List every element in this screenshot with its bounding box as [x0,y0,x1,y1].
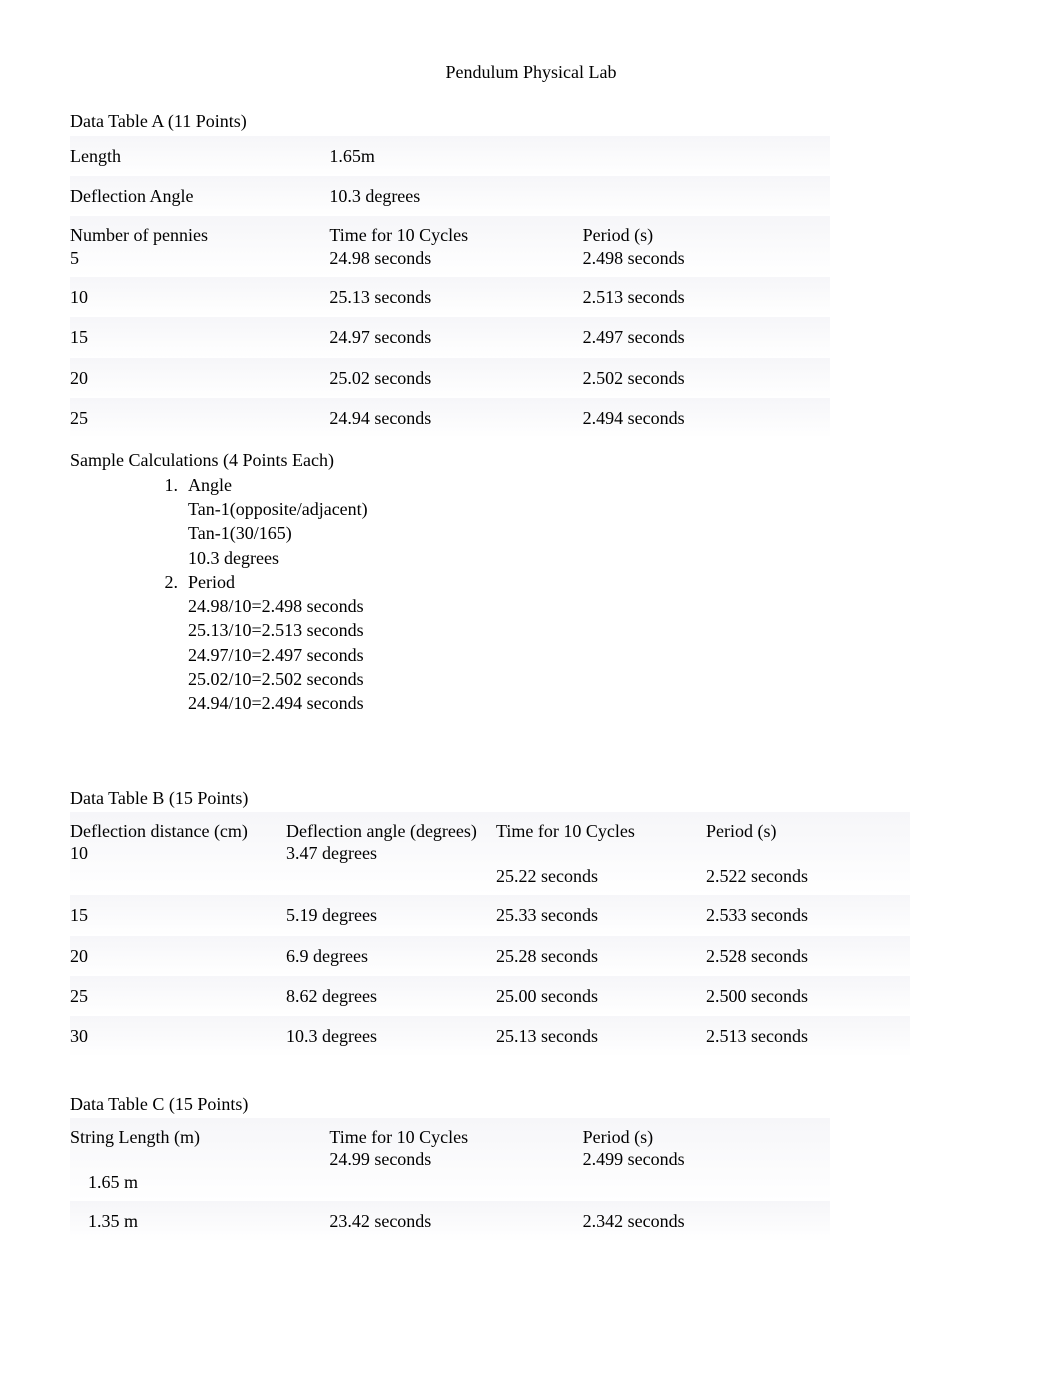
table-row: Number of pennies 5 Time for 10 Cycles 2… [70,216,830,277]
cell-value: 20 [70,358,323,398]
cell-value: 2.499 seconds [583,1148,824,1171]
cell-value: 1.35 m [70,1201,323,1241]
deflection-angle-value: 10.3 degrees [323,176,576,216]
period-header: Period (s) [583,224,824,247]
table-row: Length 1.65m [70,136,830,176]
calc-title: Angle [188,473,992,497]
cell-value: 10 [70,842,274,865]
cell-value: 25 [70,976,280,1016]
length-header: String Length (m) [70,1126,317,1149]
length-label: Length [70,136,323,176]
cell-value: 2.513 seconds [700,1016,910,1056]
deflection-angle-label: Deflection Angle [70,176,323,216]
period-header: Period (s) [583,1126,824,1149]
calc-title: Period [188,570,992,594]
cell-value: 25.00 seconds [490,976,700,1016]
calc-line: 10.3 degrees [188,546,992,570]
cell-value: 10.3 degrees [280,1016,490,1056]
table-row: Deflection distance (cm) 10 Deflection a… [70,812,910,896]
cell-value: 25.13 seconds [490,1016,700,1056]
table-row: 15 5.19 degrees 25.33 seconds 2.533 seco… [70,895,910,935]
cell-value: 25 [70,398,323,438]
calc-line: 25.02/10=2.502 seconds [188,667,992,691]
data-table-b: Deflection distance (cm) 10 Deflection a… [70,812,910,1057]
table-c-label: Data Table C (15 Points) [70,1092,992,1116]
cell-value: 25.02 seconds [323,358,576,398]
calc-line: 24.94/10=2.494 seconds [188,691,992,715]
cell-value: 2.494 seconds [577,398,830,438]
cell-value: 15 [70,317,323,357]
cell-value: 25.28 seconds [490,936,700,976]
table-a-label: Data Table A (11 Points) [70,109,992,133]
time-header: Time for 10 Cycles [329,1126,570,1149]
cell-value: 25.22 seconds [496,865,694,888]
time-header: Time for 10 Cycles [496,820,694,843]
table-row: 1.35 m 23.42 seconds 2.342 seconds [70,1201,830,1241]
cell-value: 25.33 seconds [490,895,700,935]
cell-value: 2.522 seconds [706,865,904,888]
table-row: 15 24.97 seconds 2.497 seconds [70,317,830,357]
cell-value: 30 [70,1016,280,1056]
cell-value: 23.42 seconds [323,1201,576,1241]
table-row: 30 10.3 degrees 25.13 seconds 2.513 seco… [70,1016,910,1056]
cell-value: 2.513 seconds [577,277,830,317]
angle-header: Deflection angle (degrees) [286,820,484,843]
table-row: 25 8.62 degrees 25.00 seconds 2.500 seco… [70,976,910,1016]
cell-value: 2.498 seconds [583,247,824,270]
list-number: 1. [160,473,188,570]
cell-value: 20 [70,936,280,976]
cell-value: 5 [70,247,317,270]
time-header: Time for 10 Cycles [329,224,570,247]
cell-value: 24.99 seconds [329,1148,570,1171]
cell-value: 24.94 seconds [323,398,576,438]
calc-line: Tan-1(30/165) [188,521,992,545]
table-row: String Length (m) 1.65 m Time for 10 Cyc… [70,1118,830,1202]
calc-line: 25.13/10=2.513 seconds [188,618,992,642]
calc-line: 24.97/10=2.497 seconds [188,643,992,667]
cell-value: 8.62 degrees [280,976,490,1016]
cell-value: 24.97 seconds [323,317,576,357]
calc-line: 24.98/10=2.498 seconds [188,594,992,618]
list-number: 2. [160,570,188,716]
sample-calculations: Sample Calculations (4 Points Each) 1. A… [70,448,992,715]
cell-value: 1.65 m [70,1171,317,1194]
pennies-header: Number of pennies [70,224,317,247]
table-row: 25 24.94 seconds 2.494 seconds [70,398,830,438]
cell-value: 2.502 seconds [577,358,830,398]
cell-value: 15 [70,895,280,935]
cell-value: 2.500 seconds [700,976,910,1016]
table-row: Deflection Angle 10.3 degrees [70,176,830,216]
cell-value: 2.497 seconds [577,317,830,357]
cell-value: 3.47 degrees [286,842,484,865]
table-row: 20 25.02 seconds 2.502 seconds [70,358,830,398]
calc-line: Tan-1(opposite/adjacent) [188,497,992,521]
distance-header: Deflection distance (cm) [70,820,274,843]
calculations-label: Sample Calculations (4 Points Each) [70,448,992,472]
cell-value: 25.13 seconds [323,277,576,317]
cell-value: 24.98 seconds [329,247,570,270]
cell-value: 5.19 degrees [280,895,490,935]
length-value: 1.65m [323,136,576,176]
data-table-a: Length 1.65m Deflection Angle 10.3 degre… [70,136,830,439]
table-row: 10 25.13 seconds 2.513 seconds [70,277,830,317]
cell-value: 2.342 seconds [577,1201,830,1241]
period-header: Period (s) [706,820,904,843]
data-table-c: String Length (m) 1.65 m Time for 10 Cyc… [70,1118,830,1242]
cell-value: 10 [70,277,323,317]
cell-value: 2.528 seconds [700,936,910,976]
table-b-label: Data Table B (15 Points) [70,786,992,810]
cell-value: 6.9 degrees [280,936,490,976]
cell-value: 2.533 seconds [700,895,910,935]
page-title: Pendulum Physical Lab [70,60,992,84]
table-row: 20 6.9 degrees 25.28 seconds 2.528 secon… [70,936,910,976]
